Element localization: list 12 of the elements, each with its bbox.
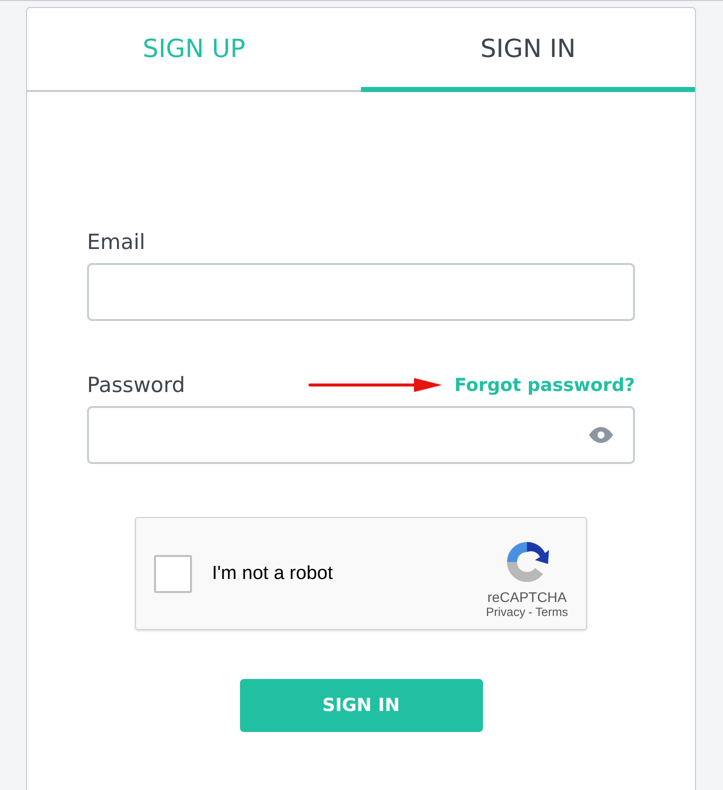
terms-link[interactable]: Terms [535, 604, 568, 618]
email-field[interactable] [87, 263, 635, 321]
tab[interactable]: SIGN IN [361, 8, 695, 92]
link-separator: - [528, 604, 532, 618]
captcha-label: I'm not a robot [212, 562, 334, 584]
captcha-brand: reCAPTCHA [487, 588, 567, 604]
password-field[interactable] [87, 406, 635, 464]
email-label: Email [87, 230, 146, 254]
eye-icon[interactable] [589, 427, 613, 443]
captcha-checkbox[interactable] [154, 554, 192, 592]
password-label: Password [87, 373, 186, 397]
privacy-link[interactable]: Privacy [486, 604, 526, 618]
